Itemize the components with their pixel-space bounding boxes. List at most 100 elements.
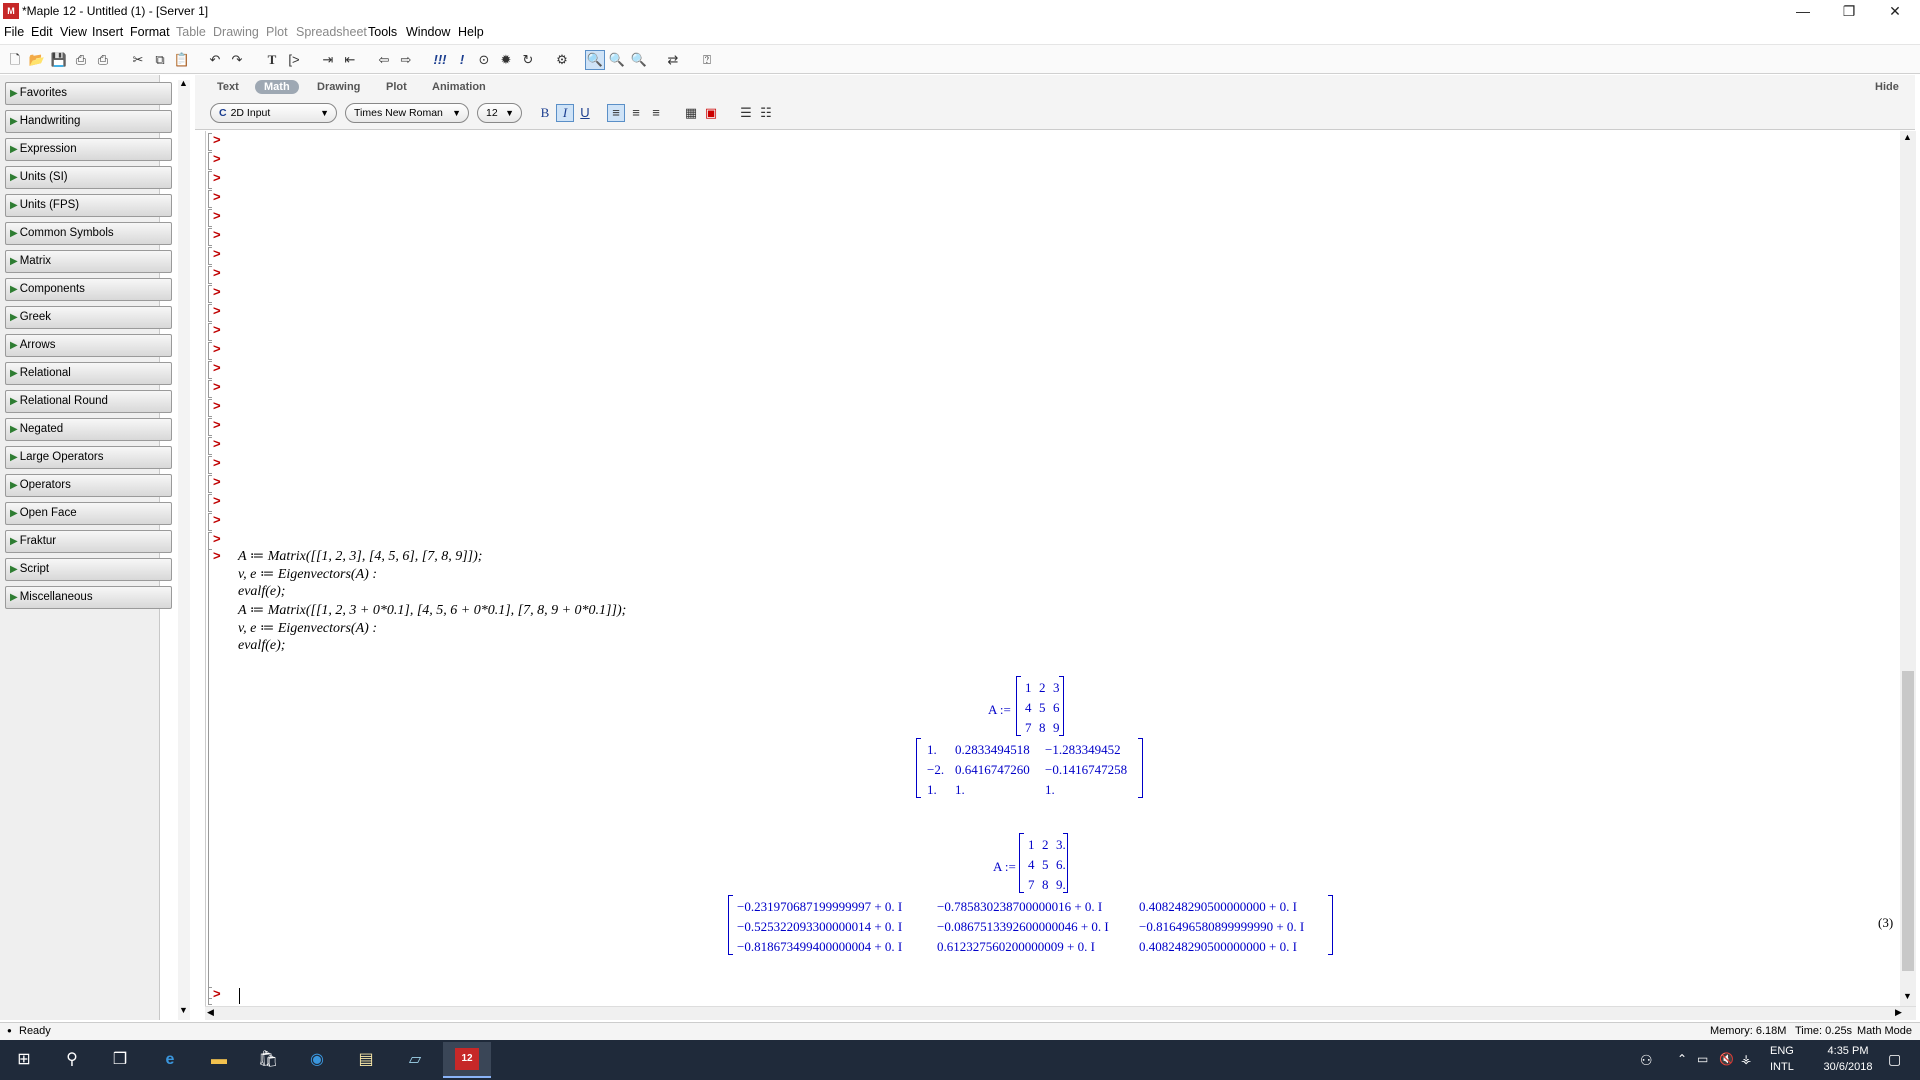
scroll-down-icon[interactable]: ▼ — [1903, 991, 1912, 1001]
palette-greek[interactable]: ▶ Greek — [5, 306, 172, 329]
empty-prompt[interactable]: > — [206, 208, 232, 227]
save-icon[interactable]: 💾 — [49, 50, 69, 70]
new-document-icon[interactable]: 🗋 — [5, 50, 25, 70]
settings-gear-icon[interactable]: ⚙ — [552, 50, 572, 70]
palette-operators[interactable]: ▶ Operators — [5, 474, 172, 497]
browser-icon[interactable]: ◉ — [305, 1048, 329, 1072]
scroll-left-icon[interactable]: ◀ — [207, 1007, 214, 1018]
keyboard-layout[interactable]: INTL — [1770, 1061, 1794, 1073]
empty-prompt[interactable]: > — [206, 455, 232, 474]
palette-expression[interactable]: ▶ Expression — [5, 138, 172, 161]
math-prompt-icon[interactable]: [> — [284, 50, 304, 70]
execution-group-bracket[interactable] — [208, 549, 212, 999]
copy-icon[interactable]: ⧉ — [150, 50, 170, 70]
empty-prompt[interactable]: > — [206, 417, 232, 436]
empty-prompt[interactable]: > — [206, 493, 232, 512]
code-line[interactable]: A ≔ Matrix([[1, 2, 3 + 0*0.1], [4, 5, 6 … — [238, 602, 626, 619]
palette-favorites[interactable]: ▶ Favorites — [5, 82, 172, 105]
palette-large-operators[interactable]: ▶ Large Operators — [5, 446, 172, 469]
worksheet-vertical-scrollbar[interactable]: ▲ ▼ — [1900, 131, 1916, 1006]
empty-prompt[interactable]: > — [206, 360, 232, 379]
app-icon[interactable]: ▱ — [403, 1048, 427, 1072]
execute-icon[interactable]: ! — [452, 50, 472, 70]
worksheet-horizontal-scrollbar[interactable]: ◀ ▶ — [205, 1006, 1916, 1020]
language-code[interactable]: ENG — [1770, 1045, 1794, 1057]
menu-window[interactable]: Window — [406, 25, 450, 39]
close-button[interactable]: ✕ — [1872, 0, 1918, 22]
zoom-150-icon[interactable]: 🔍 — [607, 50, 627, 70]
palette-arrows[interactable]: ▶ Arrows — [5, 334, 172, 357]
palette-open-face[interactable]: ▶ Open Face — [5, 502, 172, 525]
tab-animation[interactable]: Animation — [432, 81, 486, 93]
zoom-200-icon[interactable]: 🔍 — [629, 50, 649, 70]
task-view-icon[interactable]: ❒ — [108, 1048, 132, 1072]
execute-all-icon[interactable]: !!! — [430, 50, 450, 70]
help-icon[interactable]: ⍰ — [697, 50, 717, 70]
text-color-icon[interactable]: ▦ — [682, 104, 700, 122]
menu-file[interactable]: File — [4, 25, 24, 39]
menu-spreadsheet[interactable]: Spreadsheet — [296, 25, 367, 39]
text-mode-icon[interactable]: T — [262, 50, 282, 70]
code-line[interactable]: A ≔ Matrix([[1, 2, 3], [4, 5, 6], [7, 8,… — [238, 548, 482, 565]
restore-button[interactable]: ❐ — [1826, 0, 1872, 22]
palette-scrollbar[interactable]: ▲ ▼ — [178, 78, 190, 1020]
empty-prompt[interactable]: > — [206, 265, 232, 284]
input-prompt[interactable]: > — [206, 986, 232, 1005]
palette-relational-round[interactable]: ▶ Relational Round — [5, 390, 172, 413]
empty-prompt[interactable]: > — [206, 436, 232, 455]
code-line[interactable]: evalf(e); — [238, 638, 285, 654]
outdent-icon[interactable]: ⇤ — [340, 50, 360, 70]
battery-icon[interactable]: ▭ — [1697, 1052, 1708, 1066]
stop-icon[interactable]: ✹ — [496, 50, 516, 70]
empty-prompt[interactable]: > — [206, 170, 232, 189]
empty-prompt[interactable]: > — [206, 227, 232, 246]
redo-icon[interactable]: ↷ — [227, 50, 247, 70]
restart-icon[interactable]: ↻ — [518, 50, 538, 70]
menu-plot[interactable]: Plot — [266, 25, 288, 39]
empty-prompt[interactable]: > — [206, 341, 232, 360]
empty-prompt[interactable]: > — [206, 151, 232, 170]
open-folder-icon[interactable]: 📂 — [27, 50, 47, 70]
palette-common-symbols[interactable]: ▶ Common Symbols — [5, 222, 172, 245]
code-line[interactable]: v, e ≔ Eigenvectors(A) : — [238, 620, 377, 637]
palette-script[interactable]: ▶ Script — [5, 558, 172, 581]
volume-muted-icon[interactable]: 🔇 — [1719, 1052, 1734, 1066]
worksheet[interactable]: > > > > > > > > > > > > > > > > > > > > > > > A ≔ Matrix([[1, … — [205, 131, 1900, 1006]
align-left-icon[interactable]: ≡ — [607, 104, 625, 122]
font-dropdown[interactable]: Times New Roman ▼ — [345, 103, 469, 123]
menu-drawing[interactable]: Drawing — [213, 25, 259, 39]
palette-matrix[interactable]: ▶ Matrix — [5, 250, 172, 273]
highlight-color-icon[interactable]: ▣ — [702, 104, 720, 122]
scroll-right-icon[interactable]: ▶ — [1895, 1007, 1902, 1018]
windows-start-icon[interactable]: ⊞ — [12, 1048, 36, 1072]
numbered-list-icon[interactable]: ☷ — [757, 104, 775, 122]
scroll-thumb[interactable] — [1902, 671, 1914, 971]
people-icon[interactable]: ⚇ — [1640, 1052, 1653, 1069]
italic-button[interactable]: I — [556, 104, 574, 122]
empty-prompt[interactable]: > — [206, 246, 232, 265]
menu-table[interactable]: Table — [176, 25, 206, 39]
bullet-list-icon[interactable]: ☰ — [737, 104, 755, 122]
underline-button[interactable]: U — [576, 104, 594, 122]
notepad-icon[interactable]: ▤ — [354, 1048, 378, 1072]
input-mode-dropdown[interactable]: C 2D Input ▼ — [210, 103, 337, 123]
indent-icon[interactable]: ⇥ — [318, 50, 338, 70]
empty-prompt[interactable]: > — [206, 303, 232, 322]
menu-edit[interactable]: Edit — [31, 25, 53, 39]
clock-date[interactable]: 30/6/2018 — [1810, 1061, 1886, 1073]
cut-icon[interactable]: ✂ — [128, 50, 148, 70]
menu-insert[interactable]: Insert — [92, 25, 123, 39]
palette-components[interactable]: ▶ Components — [5, 278, 172, 301]
code-line[interactable]: v, e ≔ Eigenvectors(A) : — [238, 566, 377, 583]
tab-plot[interactable]: Plot — [386, 81, 407, 93]
font-size-dropdown[interactable]: 12 ▼ — [477, 103, 522, 123]
clock-time[interactable]: 4:35 PM — [1818, 1045, 1878, 1057]
empty-prompt[interactable]: > — [206, 284, 232, 303]
empty-prompt[interactable]: > — [206, 132, 232, 151]
menu-format[interactable]: Format — [130, 25, 170, 39]
align-right-icon[interactable]: ≡ — [647, 104, 665, 122]
empty-prompt[interactable]: > — [206, 189, 232, 208]
zoom-100-icon[interactable]: 🔍 — [585, 50, 605, 70]
tab-drawing[interactable]: Drawing — [317, 81, 360, 93]
code-line[interactable]: evalf(e); — [238, 584, 285, 600]
